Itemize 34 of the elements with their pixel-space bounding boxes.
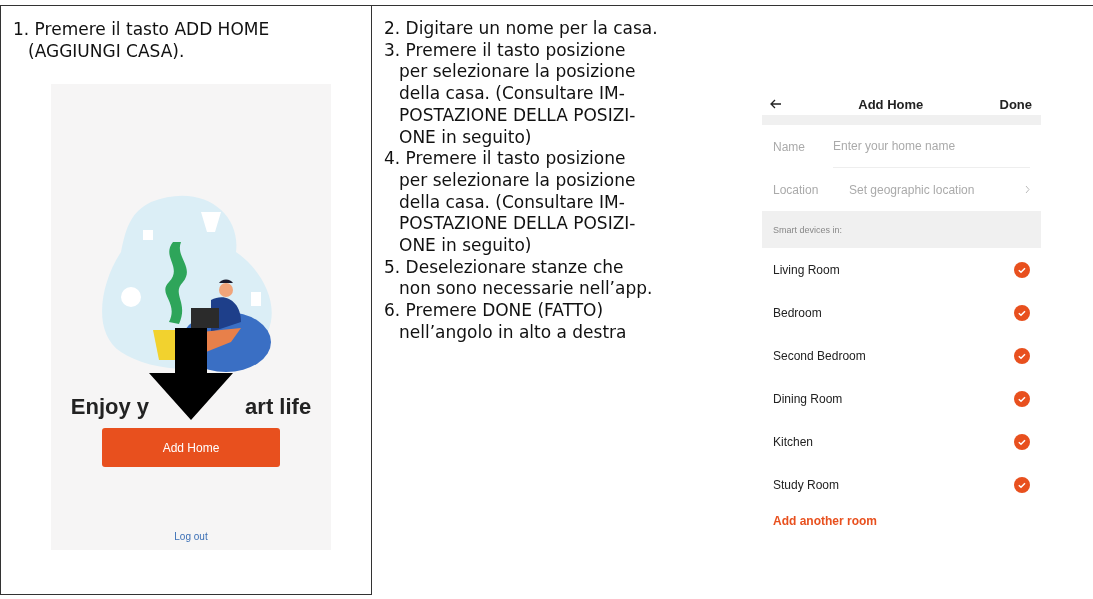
field-label: Location bbox=[773, 182, 820, 197]
back-arrow-icon[interactable] bbox=[770, 99, 782, 109]
screen-title: Add Home bbox=[858, 96, 924, 112]
instruction-text: 4. Premere il tasto posizione per selezionare la posizione della casa. (Consultare IM- POSTAZIONE DELLA POSIZI- ONE in seguito) bbox=[384, 148, 637, 257]
section-label: Smart devices in: bbox=[773, 224, 843, 235]
room-name: Bedroom bbox=[773, 305, 822, 320]
room-checkbox[interactable] bbox=[1014, 347, 1030, 364]
add-room-link[interactable]: Add another room bbox=[773, 514, 1042, 528]
instruction-text: 5. Deselezionare stanze che non sono necessarie nell’app. bbox=[384, 256, 654, 301]
location-row[interactable]: Location Set geographic location bbox=[762, 168, 1042, 211]
room-checkbox[interactable] bbox=[1014, 304, 1030, 321]
chevron-icon bbox=[1025, 185, 1030, 194]
location-value: Set geographic location bbox=[849, 182, 976, 197]
welcome-title: Enjoy y bbox=[70, 394, 150, 420]
room-name: Dining Room bbox=[773, 391, 843, 406]
instruction-text: 3. Premere il tasto posizione per selezionare la posizione della casa. (Consultare IM- POSTAZIONE DELLA POSIZI- ONE in seguito) bbox=[384, 39, 637, 149]
room-checkbox[interactable] bbox=[1014, 433, 1030, 450]
home-name-field[interactable]: Enter your home name bbox=[833, 125, 1030, 168]
logout-link[interactable]: Log out bbox=[174, 531, 208, 542]
instruction-text: 6. Premere DONE (FATTO) nell’angolo in alto a destra bbox=[384, 300, 628, 344]
room-checkbox[interactable] bbox=[1014, 390, 1030, 407]
add-home-button[interactable]: Add Home bbox=[102, 428, 280, 467]
room-name: Living Room bbox=[773, 262, 840, 277]
field-label: Name bbox=[773, 139, 806, 154]
instruction-text: 1. Premere il tasto ADD HOME (AGGIUNGI CASA). bbox=[13, 18, 271, 62]
room-name: Second Bedroom bbox=[773, 348, 866, 363]
room-checkbox[interactable] bbox=[1014, 476, 1030, 493]
room-name: Study Room bbox=[773, 477, 840, 492]
room-checkbox[interactable] bbox=[1014, 261, 1030, 278]
room-name: Kitchen bbox=[773, 434, 814, 449]
down-arrow-icon bbox=[149, 328, 233, 420]
welcome-title: art life bbox=[245, 394, 312, 420]
done-button[interactable]: Done bbox=[999, 96, 1032, 112]
instruction-text: 2. Digitare un nome per la casa. bbox=[384, 18, 659, 40]
